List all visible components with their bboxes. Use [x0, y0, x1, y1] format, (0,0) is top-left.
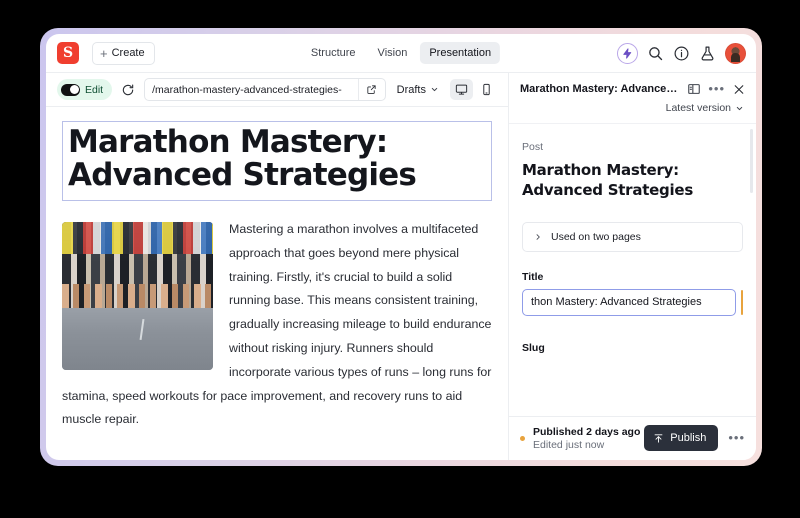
panel-title: Marathon Mastery: Advanced… [520, 83, 680, 95]
close-icon[interactable] [732, 83, 746, 96]
perspective-dropdown[interactable]: Drafts [395, 84, 441, 96]
preview-url-field[interactable]: /marathon-mastery-advanced-strategies- [144, 78, 386, 101]
top-bar-actions [617, 43, 746, 64]
tab-structure[interactable]: Structure [302, 42, 365, 64]
lightning-bolt-icon[interactable] [617, 43, 638, 64]
chevron-down-icon [430, 85, 439, 94]
version-selector[interactable]: Latest version [520, 96, 746, 114]
plus-icon: + [100, 47, 108, 60]
publish-button-label: Publish [670, 432, 706, 444]
document-inspector-panel: Marathon Mastery: Advanced… ••• Latest v… [508, 73, 756, 460]
marathon-runners-legs-photo [62, 222, 213, 370]
help-circle-icon[interactable] [673, 45, 690, 62]
panel-menu-ellipsis-icon[interactable]: ••• [708, 86, 725, 92]
version-label: Latest version [666, 102, 731, 114]
used-on-pages-label: Used on two pages [551, 231, 641, 243]
preview-url-value[interactable]: /marathon-mastery-advanced-strategies- [145, 84, 358, 96]
panel-footer: Published 2 days ago Edited just now Pub… [509, 416, 756, 460]
top-navigation-bar: S + Create Structure Vision Presentation [46, 34, 756, 73]
viewport-mode-group [450, 79, 498, 100]
document-title-heading: Marathon Mastery: Advanced Strategies [522, 160, 743, 201]
publish-button[interactable]: Publish [644, 425, 718, 451]
mobile-icon[interactable] [475, 79, 498, 100]
title-field-label: Title [522, 271, 743, 283]
title-field-row: thon Mastery: Advanced Strategies [522, 289, 743, 316]
create-button-label: Create [112, 47, 145, 59]
create-button[interactable]: + Create [92, 42, 155, 65]
sanity-logo[interactable]: S [57, 42, 79, 64]
panel-scrollbar[interactable] [750, 129, 753, 193]
article-body-wrap: Mastering a marathon involves a multifac… [62, 218, 492, 432]
chevron-right-icon [534, 233, 542, 241]
slug-field-label: Slug [522, 342, 743, 354]
document-status: Published 2 days ago Edited just now [533, 426, 636, 451]
status-edited-text: Edited just now [533, 439, 636, 451]
publish-upload-icon [653, 433, 664, 444]
article-heading[interactable]: Marathon Mastery: Advanced Strategies [62, 121, 492, 201]
title-input[interactable]: thon Mastery: Advanced Strategies [522, 289, 736, 316]
photo-overlay [62, 222, 213, 370]
external-link-icon[interactable] [358, 79, 385, 100]
perspective-label: Drafts [397, 84, 426, 96]
app-window-frame: S + Create Structure Vision Presentation [40, 28, 762, 466]
publish-more-ellipsis-icon[interactable]: ••• [726, 435, 747, 441]
article-preview: Marathon Mastery: Advanced Strategies Ma… [46, 107, 508, 460]
edit-mode-toggle[interactable]: Edit [57, 79, 112, 100]
refresh-icon[interactable] [121, 83, 135, 97]
tab-presentation[interactable]: Presentation [420, 42, 500, 64]
edit-toggle-label: Edit [85, 84, 103, 96]
panel-form-scroll: Post Marathon Mastery: Advanced Strategi… [509, 123, 756, 416]
desktop-icon[interactable] [450, 79, 473, 100]
panel-header: Marathon Mastery: Advanced… ••• Latest v… [509, 73, 756, 114]
search-icon[interactable] [647, 45, 664, 62]
toggle-switch-icon [61, 84, 80, 96]
chevron-down-icon [735, 104, 744, 113]
beaker-icon[interactable] [699, 45, 716, 62]
status-published-text: Published 2 days ago [533, 426, 636, 438]
preview-toolbar: Edit /marathon-mastery-advanced-strategi… [46, 73, 508, 107]
user-avatar[interactable] [725, 43, 746, 64]
split-pane-icon[interactable] [687, 82, 701, 96]
preview-pane: Edit /marathon-mastery-advanced-strategi… [46, 73, 508, 460]
app-window: S + Create Structure Vision Presentation [46, 34, 756, 460]
panel-header-row: Marathon Mastery: Advanced… ••• [520, 82, 746, 96]
workspace-body: Edit /marathon-mastery-advanced-strategi… [46, 73, 756, 460]
main-nav-tabs: Structure Vision Presentation [302, 42, 500, 64]
status-badge [520, 436, 525, 441]
unsaved-change-indicator [741, 290, 743, 315]
used-on-pages-accordion[interactable]: Used on two pages [522, 222, 743, 252]
tab-vision[interactable]: Vision [369, 42, 417, 64]
document-type-label: Post [522, 141, 743, 153]
